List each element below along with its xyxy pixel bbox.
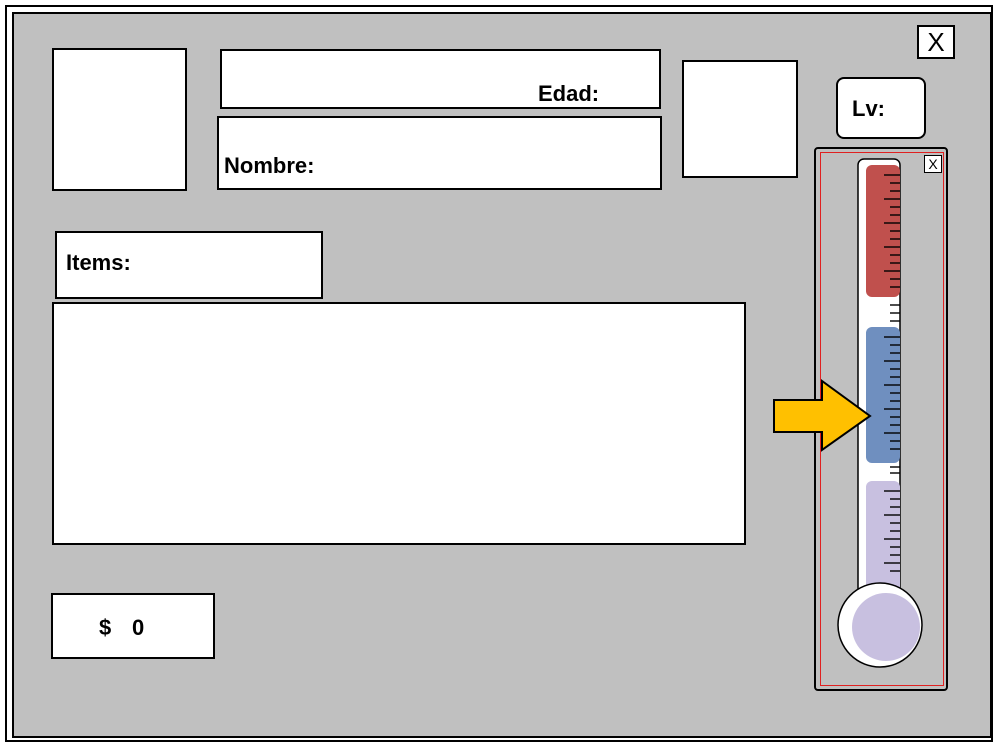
items-label: Items: <box>66 250 131 275</box>
nombre-field[interactable]: Nombre: <box>217 116 662 190</box>
level-box: Lv: <box>836 77 926 139</box>
currency-symbol: $ <box>99 615 112 640</box>
thermometer-blue-segment <box>866 327 900 463</box>
thermometer-bulb-fill <box>852 593 920 661</box>
edad-label: Edad: <box>538 81 600 106</box>
nombre-label: Nombre: <box>224 153 315 178</box>
items-header: Items: <box>55 231 323 299</box>
close-icon: X <box>927 26 945 57</box>
money-box: $ 0 <box>51 593 215 659</box>
arrow-right-icon <box>773 379 872 452</box>
items-list[interactable] <box>52 302 746 545</box>
portrait-box <box>52 48 187 191</box>
edad-field[interactable]: Edad: <box>220 49 661 109</box>
close-button[interactable]: X <box>917 25 955 59</box>
thermometer-icon <box>773 158 923 668</box>
money-amount: 0 <box>132 615 145 640</box>
level-label: Lv: <box>852 96 885 121</box>
